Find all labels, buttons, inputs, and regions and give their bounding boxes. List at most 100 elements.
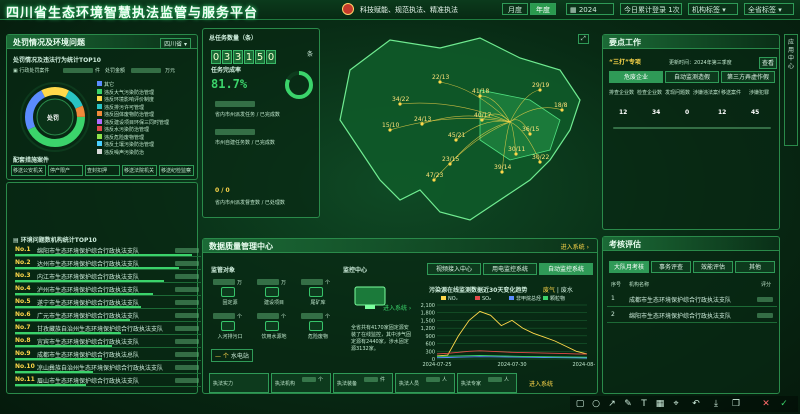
legend-label: 违反固体废物防治管理 bbox=[104, 112, 155, 118]
city-label: 29/19 bbox=[532, 82, 549, 89]
rank-row[interactable]: No.2 达州市生态环境保护综合行政执法支队 bbox=[15, 258, 201, 270]
rank-row[interactable]: No.11 眉山市生态环境保护综合行政执法支队 bbox=[15, 375, 201, 387]
period-year-button[interactable]: 年度 bbox=[530, 3, 556, 15]
legend-label: 违反大气污染防治管理 bbox=[104, 89, 155, 96]
enforcement-item[interactable]: 执法人员 人 bbox=[395, 373, 455, 393]
rank-row[interactable]: No.8 宜宾市生态环境保护综合行政执法支队 bbox=[15, 336, 201, 348]
rank-row[interactable]: No.3 内江市生态环境保护综合行政执法支队 bbox=[15, 271, 201, 283]
legend-item: 违反环境影响评价制度 bbox=[97, 96, 154, 103]
legend-swatch bbox=[97, 81, 102, 86]
eval-tab[interactable]: 其他 bbox=[735, 261, 775, 273]
rank-bar bbox=[15, 293, 153, 295]
pen-icon[interactable]: ✎ bbox=[622, 398, 634, 410]
sichuan-map[interactable]: 22/13 34/22 24/13 41/18 29/19 36/15 18/8 45/21 2… bbox=[330, 30, 590, 225]
period-month-button[interactable]: 月度 bbox=[502, 3, 528, 15]
monitor-object[interactable]: 万固定源 bbox=[209, 277, 251, 307]
rank-row[interactable]: No.4 泸州市生态环境保护综合行政执法支队 bbox=[15, 284, 201, 296]
rectify-item[interactable]: 移送法院机关 bbox=[122, 165, 157, 176]
rank-row[interactable]: No.1 绵阳市生态环境保护综合行政执法支队 bbox=[15, 245, 201, 257]
monitor-center-tab[interactable]: 用电监控系统 bbox=[483, 263, 537, 275]
task-digit: 3 bbox=[222, 50, 232, 64]
app-center-sidebar[interactable]: 应用中心 bbox=[784, 34, 798, 146]
rank-row[interactable]: No.9 成都市生态环境保护综合行政执法总队 bbox=[15, 349, 201, 361]
object-icon bbox=[265, 287, 279, 297]
eval-col-score: 评分 bbox=[761, 282, 772, 288]
eval-tab[interactable]: 事务评查 bbox=[651, 261, 691, 273]
rectify-item[interactable]: 查封扣押 bbox=[85, 165, 120, 176]
monitor-object[interactable]: 个入河排污口 bbox=[209, 311, 251, 341]
legend-swatch bbox=[97, 88, 102, 94]
trend-metric-water[interactable]: 废水 bbox=[561, 287, 573, 294]
arrow-icon[interactable]: ↗ bbox=[606, 398, 618, 410]
region-dropdown[interactable]: 四川省 ▾ bbox=[160, 38, 191, 49]
copy-icon[interactable]: ❐ bbox=[730, 398, 742, 410]
circle-icon[interactable]: ○ bbox=[590, 398, 602, 410]
year-picker[interactable]: ▦ 2024 bbox=[566, 3, 614, 15]
task-digit: 1 bbox=[244, 50, 254, 64]
rectify-item[interactable]: 移送纪检监察 bbox=[159, 165, 194, 176]
rank-bar bbox=[15, 254, 192, 256]
eval-row[interactable]: 2 绵阳市生态环境保护综合行政执法支队 bbox=[607, 309, 777, 323]
special-col-header: 移送案件 bbox=[721, 90, 742, 96]
download-icon[interactable]: ⤓ bbox=[710, 398, 722, 410]
rank-list: No.1 绵阳市生态环境保护综合行政执法支队 No.2 达州市生态环境保护综合行政执法… bbox=[7, 245, 201, 393]
undo-icon[interactable]: ↶ bbox=[690, 398, 702, 410]
trend-metric-air[interactable]: 废气 bbox=[543, 287, 555, 294]
monitor-object[interactable]: 个饮用水源地 bbox=[253, 311, 295, 341]
rank-no: No.7 bbox=[15, 324, 31, 331]
text-icon[interactable]: T bbox=[638, 398, 650, 410]
trend-title: 污染源在线监测数据近30天变化趋势 bbox=[429, 287, 528, 294]
rank-row[interactable]: No.7 甘孜藏族自治州生态环境保护综合行政执法支队 bbox=[15, 323, 201, 335]
amount-unit: 万元 bbox=[165, 68, 176, 74]
object-count-blur bbox=[301, 279, 323, 285]
confirm-icon[interactable]: ✓ bbox=[778, 398, 790, 410]
enforcement-item[interactable]: 执法机构 个 bbox=[271, 373, 331, 393]
page-title: 四川省生态环境智慧执法监管与服务平台 bbox=[6, 6, 259, 21]
rectify-item[interactable]: 移送公安机关 bbox=[11, 165, 46, 176]
special-tab[interactable]: 第三方弄虚作假 bbox=[721, 71, 775, 83]
province-select[interactable]: 全省标签 ▾ bbox=[744, 3, 794, 15]
app-center-label: 应用中心 bbox=[788, 39, 795, 70]
enforcement-enter-link[interactable]: 进入系统 bbox=[529, 379, 553, 388]
pin-icon[interactable]: ⌖ bbox=[670, 398, 682, 410]
special-value: 45 bbox=[751, 109, 760, 116]
enforcement-item[interactable]: 执法专家 人 bbox=[457, 373, 517, 393]
rectify-item[interactable]: 停产限产 bbox=[48, 165, 83, 176]
expand-icon[interactable]: ⤢ bbox=[578, 34, 589, 44]
legend-label: SO₂ bbox=[482, 296, 491, 302]
rank-row[interactable]: No.6 广元市生态环境保护综合行政执法支队 bbox=[15, 310, 201, 322]
monitor-object[interactable]: 个危险废物 bbox=[297, 311, 339, 341]
special-col-header: 涉嫌犯罪 bbox=[749, 90, 770, 96]
special-tab[interactable]: 自动监测造假 bbox=[665, 71, 719, 83]
rank-bar bbox=[15, 345, 112, 347]
special-value: 34 bbox=[652, 109, 661, 116]
enforcement-item[interactable]: 执法实力 bbox=[209, 373, 269, 393]
task-total-counter: 033150 bbox=[211, 45, 277, 64]
legend-label: 违反水污染防治管理 bbox=[104, 127, 150, 133]
task-card3-value: 0 / 0 bbox=[215, 187, 230, 194]
sensor-item[interactable]: — 个 水电站 bbox=[211, 349, 253, 362]
rank-row[interactable]: No.5 遂宁市生态环境保护综合行政执法支队 bbox=[15, 297, 201, 309]
special-view-button[interactable]: 查看 bbox=[759, 57, 777, 69]
enforcement-item[interactable]: 执法装备 件 bbox=[333, 373, 393, 393]
eval-tab[interactable]: 大队月考核 bbox=[609, 261, 649, 273]
legend-item: 其它 bbox=[97, 81, 114, 88]
monitor-center-tab[interactable]: 自动监控系统 bbox=[539, 263, 593, 275]
task-digit: 0 bbox=[266, 50, 276, 64]
monitor-center-tab[interactable]: 视频接入中心 bbox=[427, 263, 481, 275]
special-tab[interactable]: 危废企业 bbox=[609, 71, 663, 83]
org-select[interactable]: 机构标签 ▾ bbox=[688, 3, 738, 15]
enter-system-link[interactable]: 进入系统 › bbox=[561, 242, 589, 251]
object-label: 入河排污口 bbox=[217, 334, 243, 340]
close-icon[interactable]: ✕ bbox=[760, 398, 772, 410]
special-col-header: 发现问题数 bbox=[665, 90, 691, 96]
rect-icon[interactable]: ▢ bbox=[574, 398, 586, 410]
mosaic-icon[interactable]: ▦ bbox=[654, 398, 666, 410]
object-label: 建设项目 bbox=[263, 300, 284, 306]
monitor-object[interactable]: 个尾矿库 bbox=[297, 277, 339, 307]
eval-row[interactable]: 1 成都市生态环境保护综合行政执法支队 bbox=[607, 293, 777, 307]
eval-tab[interactable]: 效能评估 bbox=[693, 261, 733, 273]
monitor-object[interactable]: 万建设项目 bbox=[253, 277, 295, 307]
enter-system-link-2[interactable]: 进入系统 › bbox=[383, 303, 411, 312]
rank-row[interactable]: No.10 凉山彝族自治州生态环境保护综合行政执法支队 bbox=[15, 362, 201, 374]
